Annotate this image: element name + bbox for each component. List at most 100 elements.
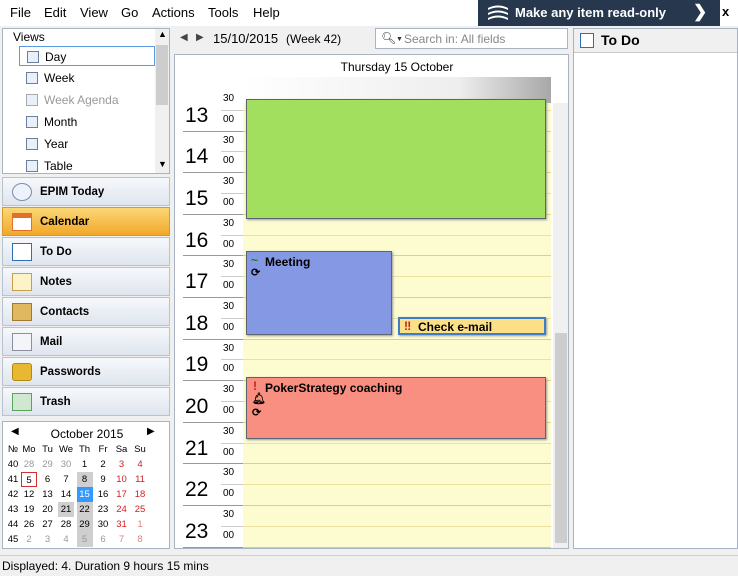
nav-trash[interactable]: Trash [2,387,170,416]
scroll-thumb[interactable] [156,45,168,105]
calendar-day[interactable]: 1 [77,457,93,472]
event-pokerstrategy[interactable]: ! PokerStrategy coaching 🔔︎ ⟳ [246,377,546,439]
nav-label: To Do [40,246,72,258]
day-view-scrollbar[interactable] [553,103,568,548]
stack-icon [488,5,508,20]
menu-help[interactable]: Help [253,5,280,20]
hour-line [183,130,243,132]
minute-label: 00 [223,280,235,292]
menu-tools[interactable]: Tools [208,5,238,20]
calendar-day[interactable]: 30 [95,517,111,532]
nav-epim-today[interactable]: EPIM Today [2,177,170,206]
menu-file[interactable]: File [10,5,31,20]
scroll-up-icon[interactable]: ▲ [158,29,167,39]
calendar-day[interactable]: 21 [58,502,74,517]
calendar-day[interactable]: 29 [40,457,56,472]
minute-label: 00 [223,113,235,125]
calendar-day[interactable]: 16 [95,487,111,502]
search-field[interactable]: 🔍︎ ▼ Search in: All fields [375,28,568,49]
calendar-day[interactable]: 2 [95,457,111,472]
nav-calendar[interactable]: Calendar [2,207,170,236]
menu-view[interactable]: View [80,5,108,20]
half-hour-line [221,317,243,319]
calendar-day[interactable]: 17 [114,487,130,502]
prev-day-icon[interactable]: ◀ [180,32,188,43]
calendar-day[interactable]: 30 [58,457,74,472]
banner-close-button[interactable]: x [722,4,729,19]
menu-actions[interactable]: Actions [152,5,195,20]
calendar-day[interactable]: 12 [21,487,37,502]
calendar-day[interactable]: 7 [114,532,130,547]
calendar-day[interactable]: 5 [76,532,93,547]
scroll-thumb[interactable] [555,333,567,543]
event-block-green[interactable] [246,99,546,219]
hour-line [183,421,243,423]
calendar-day[interactable]: 4 [132,457,148,472]
sync-icon: ⟳ [251,267,261,279]
view-label: Week Agenda [44,93,119,107]
trash-icon [12,393,32,411]
hour-line [183,463,243,465]
event-meeting[interactable]: ~ Meeting ⟳ [246,251,392,335]
nav-mail[interactable]: Mail [2,327,170,356]
calendar-day[interactable]: 2 [21,532,37,547]
view-year[interactable]: Year [19,134,155,154]
view-month[interactable]: Month [19,112,155,132]
calendar-day[interactable]: 3 [40,532,56,547]
calendar-day[interactable]: 14 [58,487,74,502]
calendar-day[interactable]: 18 [132,487,148,502]
dropdown-arrow-icon[interactable]: ▼ [396,36,403,43]
calendar-day[interactable]: 23 [95,502,111,517]
calendar-day[interactable]: 20 [40,502,56,517]
nav-notes[interactable]: Notes [2,267,170,296]
minute-label: 00 [223,155,235,167]
view-week[interactable]: Week [19,68,155,88]
calendar-day[interactable]: 5 [21,472,37,487]
week-number: 40 [7,459,19,470]
scroll-down-icon[interactable]: ▼ [158,159,167,169]
calendar-day[interactable]: 27 [40,517,56,532]
menu-edit[interactable]: Edit [44,5,66,20]
calendar-day[interactable]: 19 [21,502,37,517]
calendar-day[interactable]: 31 [114,517,130,532]
calendar-day[interactable]: 13 [40,487,56,502]
calendar-day[interactable]: 24 [114,502,130,517]
time-grid[interactable]: ~ Meeting ⟳ ‼ Check e-mail ! PokerStrate… [243,99,551,548]
notes-icon [12,273,32,291]
calendar-day[interactable]: 8 [76,472,93,487]
calendar-day[interactable]: 11 [132,472,148,487]
calendar-day[interactable]: 29 [76,517,93,532]
minute-label: 00 [223,488,235,500]
calendar-day[interactable]: 3 [114,457,130,472]
nav-contacts[interactable]: Contacts [2,297,170,326]
calendar-day[interactable]: 22 [76,502,93,517]
calendar-day[interactable]: 25 [132,502,148,517]
calendar-day[interactable]: 9 [95,472,111,487]
calendar-day[interactable]: 15 [76,487,93,502]
menu-go[interactable]: Go [121,5,138,20]
next-day-icon[interactable]: ▶ [196,32,204,43]
calendar-day[interactable]: 28 [21,457,37,472]
calendar-day[interactable]: 4 [58,532,74,547]
view-day[interactable]: Day [19,46,155,66]
calendar-day[interactable]: 10 [114,472,130,487]
nav-passwords[interactable]: Passwords [2,357,170,386]
calendar-day[interactable]: 7 [58,472,74,487]
calendar-day[interactable]: 1 [132,517,148,532]
minute-label: 30 [223,176,235,188]
calendar-day[interactable]: 26 [21,517,37,532]
view-week-agenda[interactable]: Week Agenda [19,90,155,110]
views-scrollbar[interactable]: ▲ ▼ [155,29,169,173]
promo-banner[interactable]: Make any item read-only ❯ [478,0,720,26]
minute-label: 30 [223,342,235,354]
calendar-day[interactable]: 6 [40,472,56,487]
event-check-email[interactable]: ‼ Check e-mail [398,317,546,335]
calendar-day[interactable]: 8 [132,532,148,547]
weekday-header: We [58,444,74,455]
nav-todo[interactable]: To Do [2,237,170,266]
next-month-icon[interactable]: ▶ [147,426,155,437]
calendar-day[interactable]: 6 [95,532,111,547]
hour-line [183,172,243,174]
calendar-day[interactable]: 28 [58,517,74,532]
view-table[interactable]: Table [19,156,155,173]
